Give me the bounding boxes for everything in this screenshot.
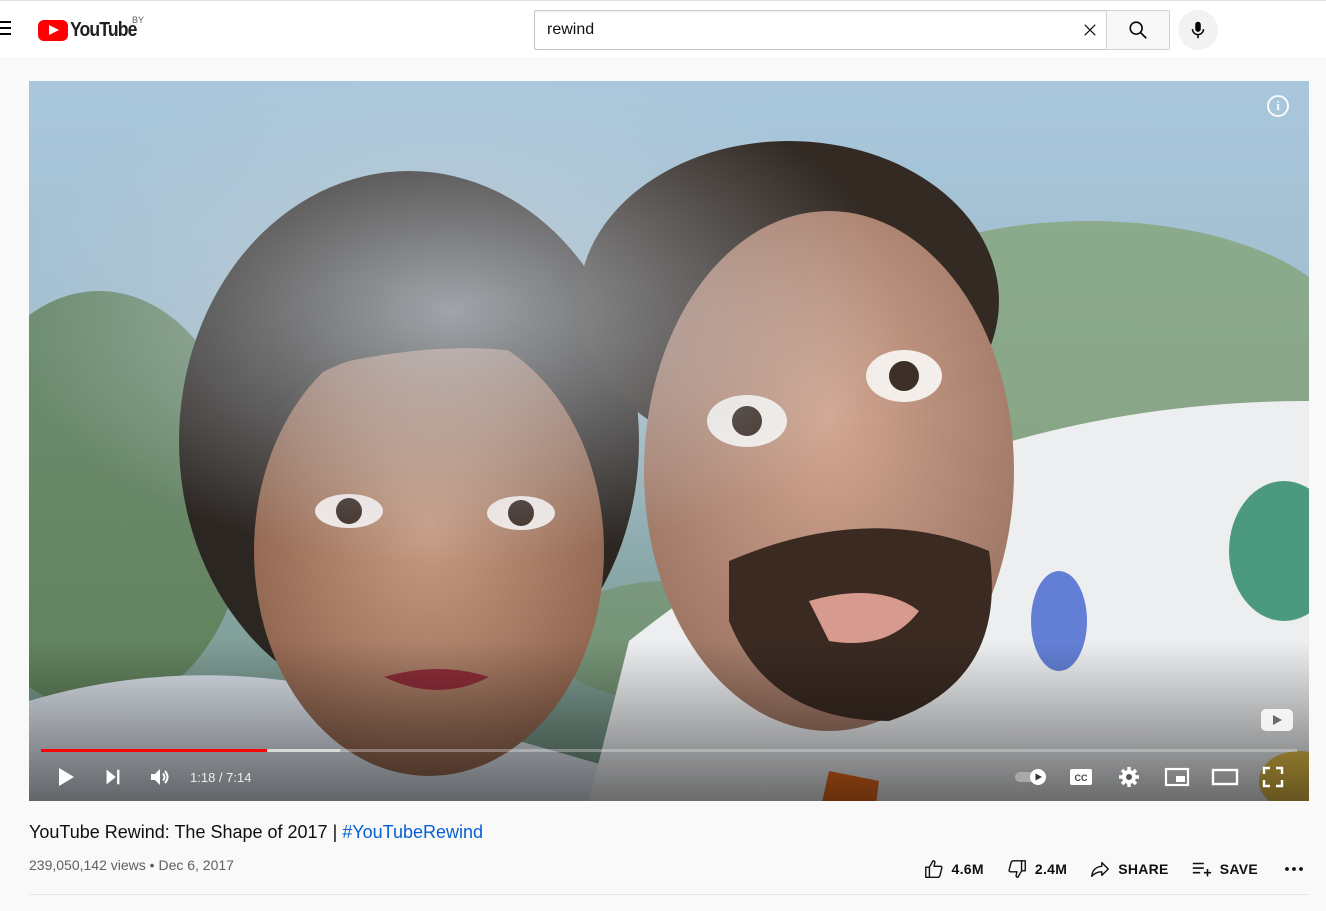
share-arrow-icon [1091, 861, 1110, 878]
view-count: 239,050,142 views [29, 857, 146, 873]
youtube-watermark-icon[interactable] [1261, 709, 1293, 731]
progress-played [41, 749, 268, 752]
masthead: YouTube BY [0, 0, 1326, 57]
share-button[interactable]: SHARE [1089, 858, 1169, 880]
like-count: 4.6M [951, 861, 984, 877]
theater-mode-icon [1211, 768, 1239, 786]
miniplayer-button[interactable] [1163, 763, 1191, 791]
info-icon[interactable]: i [1267, 95, 1289, 117]
more-actions-button[interactable] [1282, 857, 1306, 881]
dislike-button[interactable]: 2.4M [1006, 858, 1067, 880]
next-button[interactable] [99, 763, 127, 791]
svg-text:CC: CC [1075, 773, 1088, 783]
time-display: 1:18 / 7:14 [190, 770, 252, 785]
video-actions: 4.6M 2.4M SHARE SAVE [901, 854, 1306, 884]
info-separator: • [149, 857, 155, 873]
volume-button[interactable] [146, 763, 174, 791]
dislike-count: 2.4M [1034, 861, 1068, 877]
progress-bar[interactable] [41, 749, 1297, 752]
country-code: BY [132, 15, 145, 25]
volume-icon [151, 769, 169, 785]
logo-wordmark: YouTube [70, 18, 137, 41]
captions-button[interactable]: CC [1067, 763, 1095, 791]
autoplay-toggle[interactable] [1011, 763, 1051, 791]
play-button[interactable] [51, 763, 79, 791]
voice-search-button[interactable] [1178, 10, 1218, 50]
search-button[interactable] [1106, 10, 1170, 50]
more-horizontal-icon [1285, 867, 1303, 871]
thumbs-down-icon [1008, 860, 1026, 878]
settings-gear-icon [1119, 767, 1139, 787]
miniplayer-icon [1164, 767, 1190, 787]
autoplay-toggle-icon [1015, 769, 1046, 785]
save-button[interactable]: SAVE [1191, 858, 1258, 880]
share-label: SHARE [1118, 861, 1169, 877]
view-info: 239,050,142 views • Dec 6, 2017 [29, 857, 234, 873]
add-to-playlist-icon [1192, 862, 1211, 877]
upload-date: Dec 6, 2017 [158, 857, 234, 873]
fullscreen-icon [1262, 766, 1284, 788]
microphone-icon [1191, 21, 1205, 39]
youtube-logo[interactable]: YouTube [38, 19, 146, 41]
video-frame[interactable] [29, 81, 1309, 801]
player-controls: 1:18 / 7:14 CC [29, 753, 1309, 801]
youtube-play-logo-icon [38, 19, 68, 41]
menu-icon[interactable] [0, 21, 12, 35]
video-player[interactable]: i 1:18 / 7:14 CC [29, 81, 1309, 801]
thumbs-up-icon [924, 860, 943, 878]
hashtag-link[interactable]: #YouTubeRewind [342, 822, 483, 842]
next-icon [106, 769, 120, 785]
captions-icon: CC [1070, 769, 1092, 785]
play-icon [59, 768, 74, 786]
search-input[interactable] [547, 11, 1067, 49]
video-title: YouTube Rewind: The Shape of 2017 | #You… [29, 822, 483, 843]
search-icon [1129, 21, 1147, 39]
divider [29, 894, 1309, 895]
save-label: SAVE [1219, 861, 1258, 877]
video-title-text: YouTube Rewind: The Shape of 2017 | [29, 822, 343, 842]
fullscreen-button[interactable] [1259, 763, 1287, 791]
close-icon[interactable] [1081, 21, 1099, 39]
theater-mode-button[interactable] [1211, 763, 1239, 791]
like-button[interactable]: 4.6M [923, 858, 984, 880]
settings-button[interactable] [1115, 763, 1143, 791]
search-box [534, 10, 1107, 50]
